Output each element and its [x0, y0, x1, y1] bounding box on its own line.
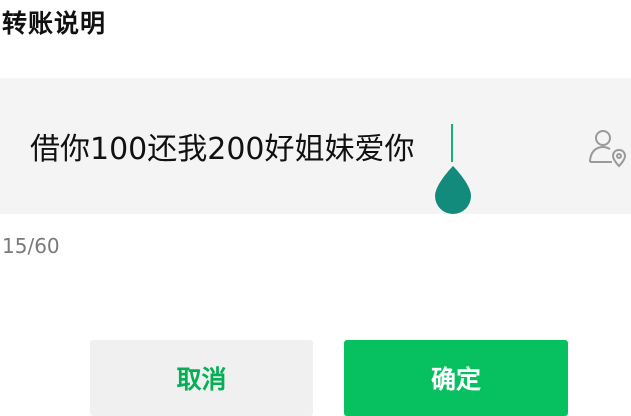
- transfer-note-dialog: 转账说明 借你100还我200好姐妹爱你 15/60 取消 确定: [0, 0, 631, 416]
- confirm-button[interactable]: 确定: [344, 340, 568, 416]
- character-counter: 15/60: [2, 234, 60, 258]
- contact-location-icon[interactable]: [586, 128, 628, 168]
- dialog-title: 转账说明: [2, 9, 107, 38]
- cancel-button[interactable]: 取消: [90, 340, 313, 416]
- cursor-drop-handle-icon[interactable]: [433, 166, 473, 216]
- note-input-value[interactable]: 借你100还我200好姐妹爱你: [30, 124, 415, 168]
- text-caret: [451, 124, 453, 162]
